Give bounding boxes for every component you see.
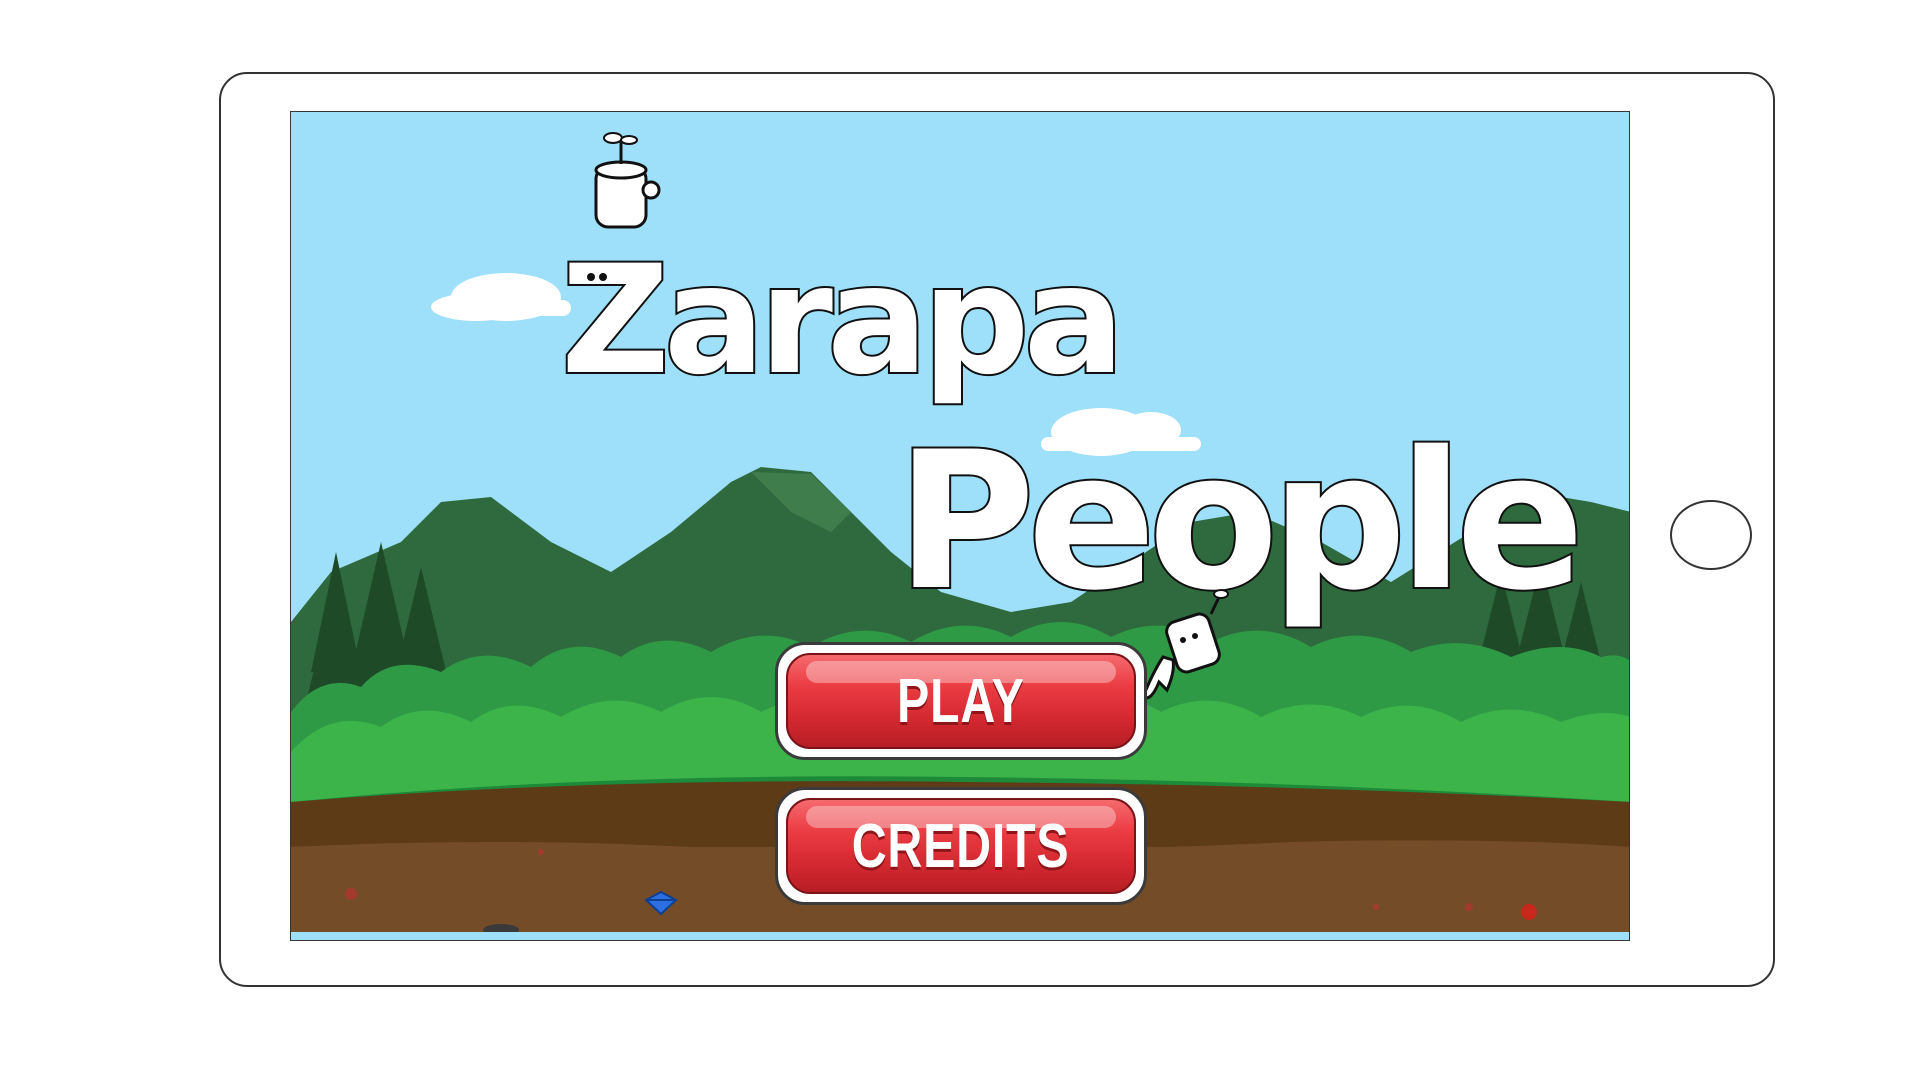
credits-button[interactable]: CREDITS [775, 787, 1147, 905]
bottom-strip [291, 932, 1629, 940]
credits-button-label: CREDITS [852, 811, 1070, 881]
logo-title-line1: Zarapa [561, 234, 1119, 408]
play-button-face[interactable]: PLAY [786, 653, 1136, 749]
tablet-home-button[interactable] [1670, 500, 1752, 570]
logo-title-line2: People [896, 411, 1577, 632]
game-screen: Zarapa People PLAY CREDITS [290, 111, 1630, 941]
credits-button-face[interactable]: CREDITS [786, 798, 1136, 894]
play-button-label: PLAY [897, 666, 1025, 736]
play-button[interactable]: PLAY [775, 642, 1147, 760]
